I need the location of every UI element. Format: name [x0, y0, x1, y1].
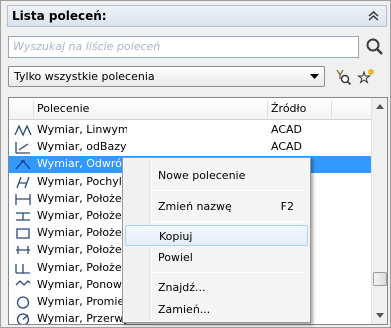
menu-item-find[interactable]: Znajdź...	[125, 277, 308, 298]
command-filter-value: Tylko wszystkie polecenia	[14, 70, 155, 83]
oblique-dim-icon	[14, 175, 32, 190]
position-dim-icon	[14, 192, 32, 207]
menu-item-replace[interactable]: Zamień...	[125, 299, 308, 320]
row-command-name: Wymiar, odBazy	[37, 140, 127, 154]
row-command-name: Wymiar, Promień	[37, 295, 127, 308]
header-source[interactable]: Źródło	[271, 102, 306, 115]
table-row[interactable]: Wymiar, odBazy ACAD	[9, 139, 371, 156]
command-list-panel: Lista poleceń: Wyszukaj na liście polece…	[0, 0, 391, 328]
row-source: ACAD	[271, 140, 303, 154]
panel-header[interactable]: Lista poleceń:	[7, 5, 387, 27]
menu-item-label: Powiel	[158, 251, 193, 264]
menu-item-label: Kopiuj	[159, 230, 193, 243]
menu-separator	[153, 190, 306, 191]
flip-arrow-icon	[14, 157, 32, 172]
row-source: ACAD	[271, 123, 303, 136]
menu-item-label: Znajdź...	[158, 281, 206, 294]
menu-item-shortcut: F2	[280, 200, 294, 213]
row-command-name: Wymiar, Przerwym	[37, 312, 127, 325]
search-placeholder: Wyszukaj na liście poleceń	[13, 40, 161, 53]
scroll-down-icon[interactable]	[372, 307, 387, 324]
menu-separator	[153, 272, 306, 273]
radius-dim-icon	[14, 295, 32, 310]
collapse-icon[interactable]	[367, 9, 380, 22]
row-command-name: Wymiar, Położenie	[37, 226, 127, 240]
row-command-name: Wymiar, Położenie	[37, 243, 127, 257]
header-separator	[267, 100, 268, 118]
header-separator	[331, 100, 332, 118]
menu-item-label: Zmień nazwę	[158, 200, 232, 213]
scroll-thumb[interactable]	[373, 272, 387, 286]
reassociate-dim-icon	[14, 278, 32, 293]
menu-item-rename[interactable]: Zmień nazwę F2	[125, 196, 308, 217]
header-command[interactable]: Polecenie	[37, 102, 89, 115]
row-command-name: Wymiar, Położenie	[37, 191, 127, 205]
baseline-dim-icon	[14, 140, 32, 155]
search-input[interactable]: Wyszukaj na liście poleceń	[8, 36, 359, 58]
search-icon[interactable]	[364, 36, 386, 58]
row-command-name: Wymiar, Położenie	[37, 209, 127, 222]
menu-item-duplicate[interactable]: Powiel	[125, 247, 308, 268]
panel-title: Lista poleceń:	[12, 9, 107, 23]
linear-dim-icon	[14, 123, 32, 138]
position-dim-icon	[14, 209, 32, 224]
header-separator	[33, 100, 34, 118]
break-dim-icon	[14, 312, 32, 324]
command-filter-dropdown[interactable]: Tylko wszystkie polecenia	[8, 66, 325, 87]
menu-separator	[153, 221, 306, 222]
position-dim-icon	[14, 243, 32, 258]
new-command-icon[interactable]	[356, 67, 376, 87]
position-dim-icon	[14, 226, 32, 241]
vertical-scrollbar[interactable]	[371, 98, 387, 324]
row-command-name: Wymiar, Pochyl	[37, 174, 122, 188]
position-dim-icon	[14, 261, 32, 276]
context-menu: Nowe polecenie Zmień nazwę F2 Kopiuj Pow…	[122, 157, 311, 323]
row-command-name: Wymiar, Położenie	[37, 260, 127, 274]
row-command-name: Wymiar, Linwymskr	[37, 123, 127, 136]
list-header: Polecenie Źródło	[9, 98, 371, 120]
row-command-name: Wymiar, Ponowne	[37, 277, 127, 291]
row-command-name: Wymiar, Odwróć strzałkę	[37, 157, 127, 171]
menu-item-copy[interactable]: Kopiuj	[125, 225, 308, 246]
chevron-down-icon	[308, 70, 321, 83]
scroll-up-icon[interactable]	[372, 98, 387, 115]
table-row[interactable]: Wymiar, Linwymskr ACAD	[9, 122, 371, 139]
menu-item-new-command[interactable]: Nowe polecenie	[125, 165, 308, 186]
find-command-icon[interactable]	[333, 67, 353, 87]
menu-item-label: Nowe polecenie	[158, 169, 246, 182]
menu-item-label: Zamień...	[158, 303, 211, 316]
